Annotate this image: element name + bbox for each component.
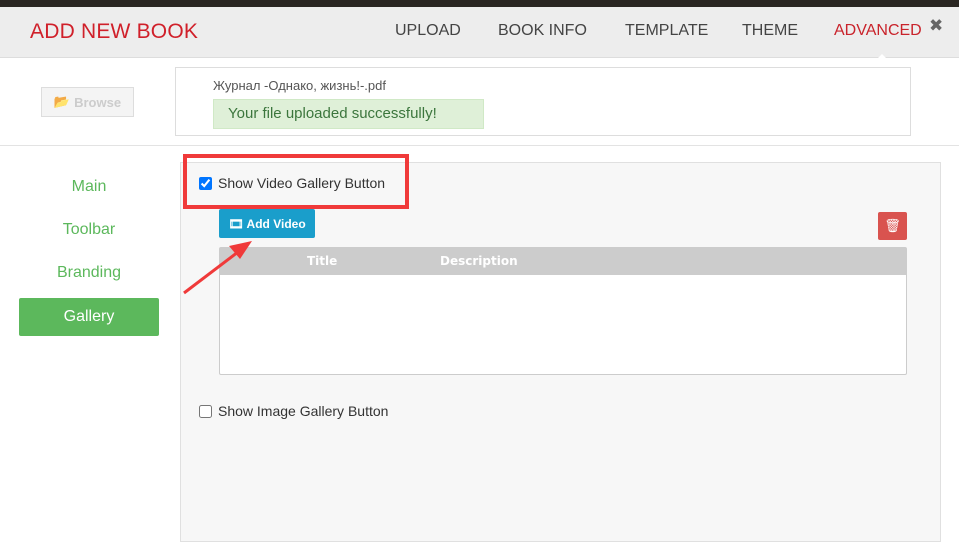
annotation-arrow: [183, 241, 252, 295]
